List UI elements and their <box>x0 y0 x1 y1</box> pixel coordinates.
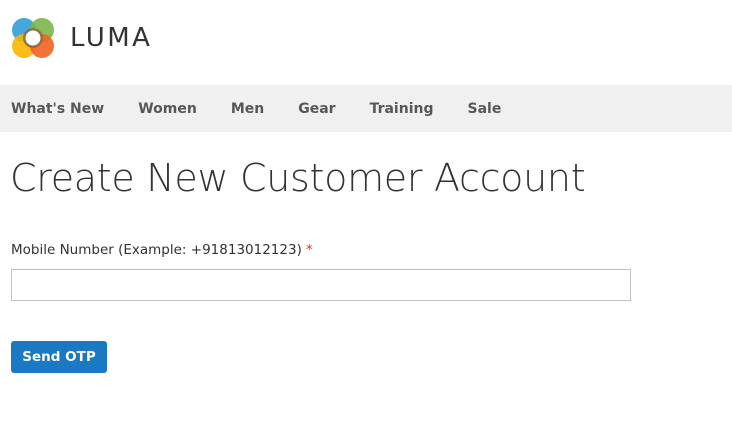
nav-item-women[interactable]: Women <box>138 101 197 117</box>
required-marker: * <box>305 242 313 258</box>
mobile-number-input[interactable] <box>11 269 631 301</box>
luma-logo-icon <box>12 18 54 58</box>
mobile-number-label: Mobile Number (Example: +91813012123) * <box>11 242 313 258</box>
nav-item-whats-new[interactable]: What's New <box>11 101 104 117</box>
logo-text: LUMA <box>70 23 153 53</box>
page-title: Create New Customer Account <box>10 156 586 200</box>
page-header: LUMA <box>0 0 732 85</box>
nav-item-gear[interactable]: Gear <box>298 101 335 117</box>
logo-link[interactable]: LUMA <box>11 16 152 60</box>
nav-item-training[interactable]: Training <box>370 101 434 117</box>
main-navigation: What's New Women Men Gear Training Sale <box>0 85 732 132</box>
send-otp-button[interactable]: Send OTP <box>11 341 107 373</box>
nav-item-men[interactable]: Men <box>231 101 264 117</box>
mobile-number-label-text: Mobile Number (Example: +91813012123) <box>11 242 302 258</box>
nav-item-sale[interactable]: Sale <box>467 101 501 117</box>
